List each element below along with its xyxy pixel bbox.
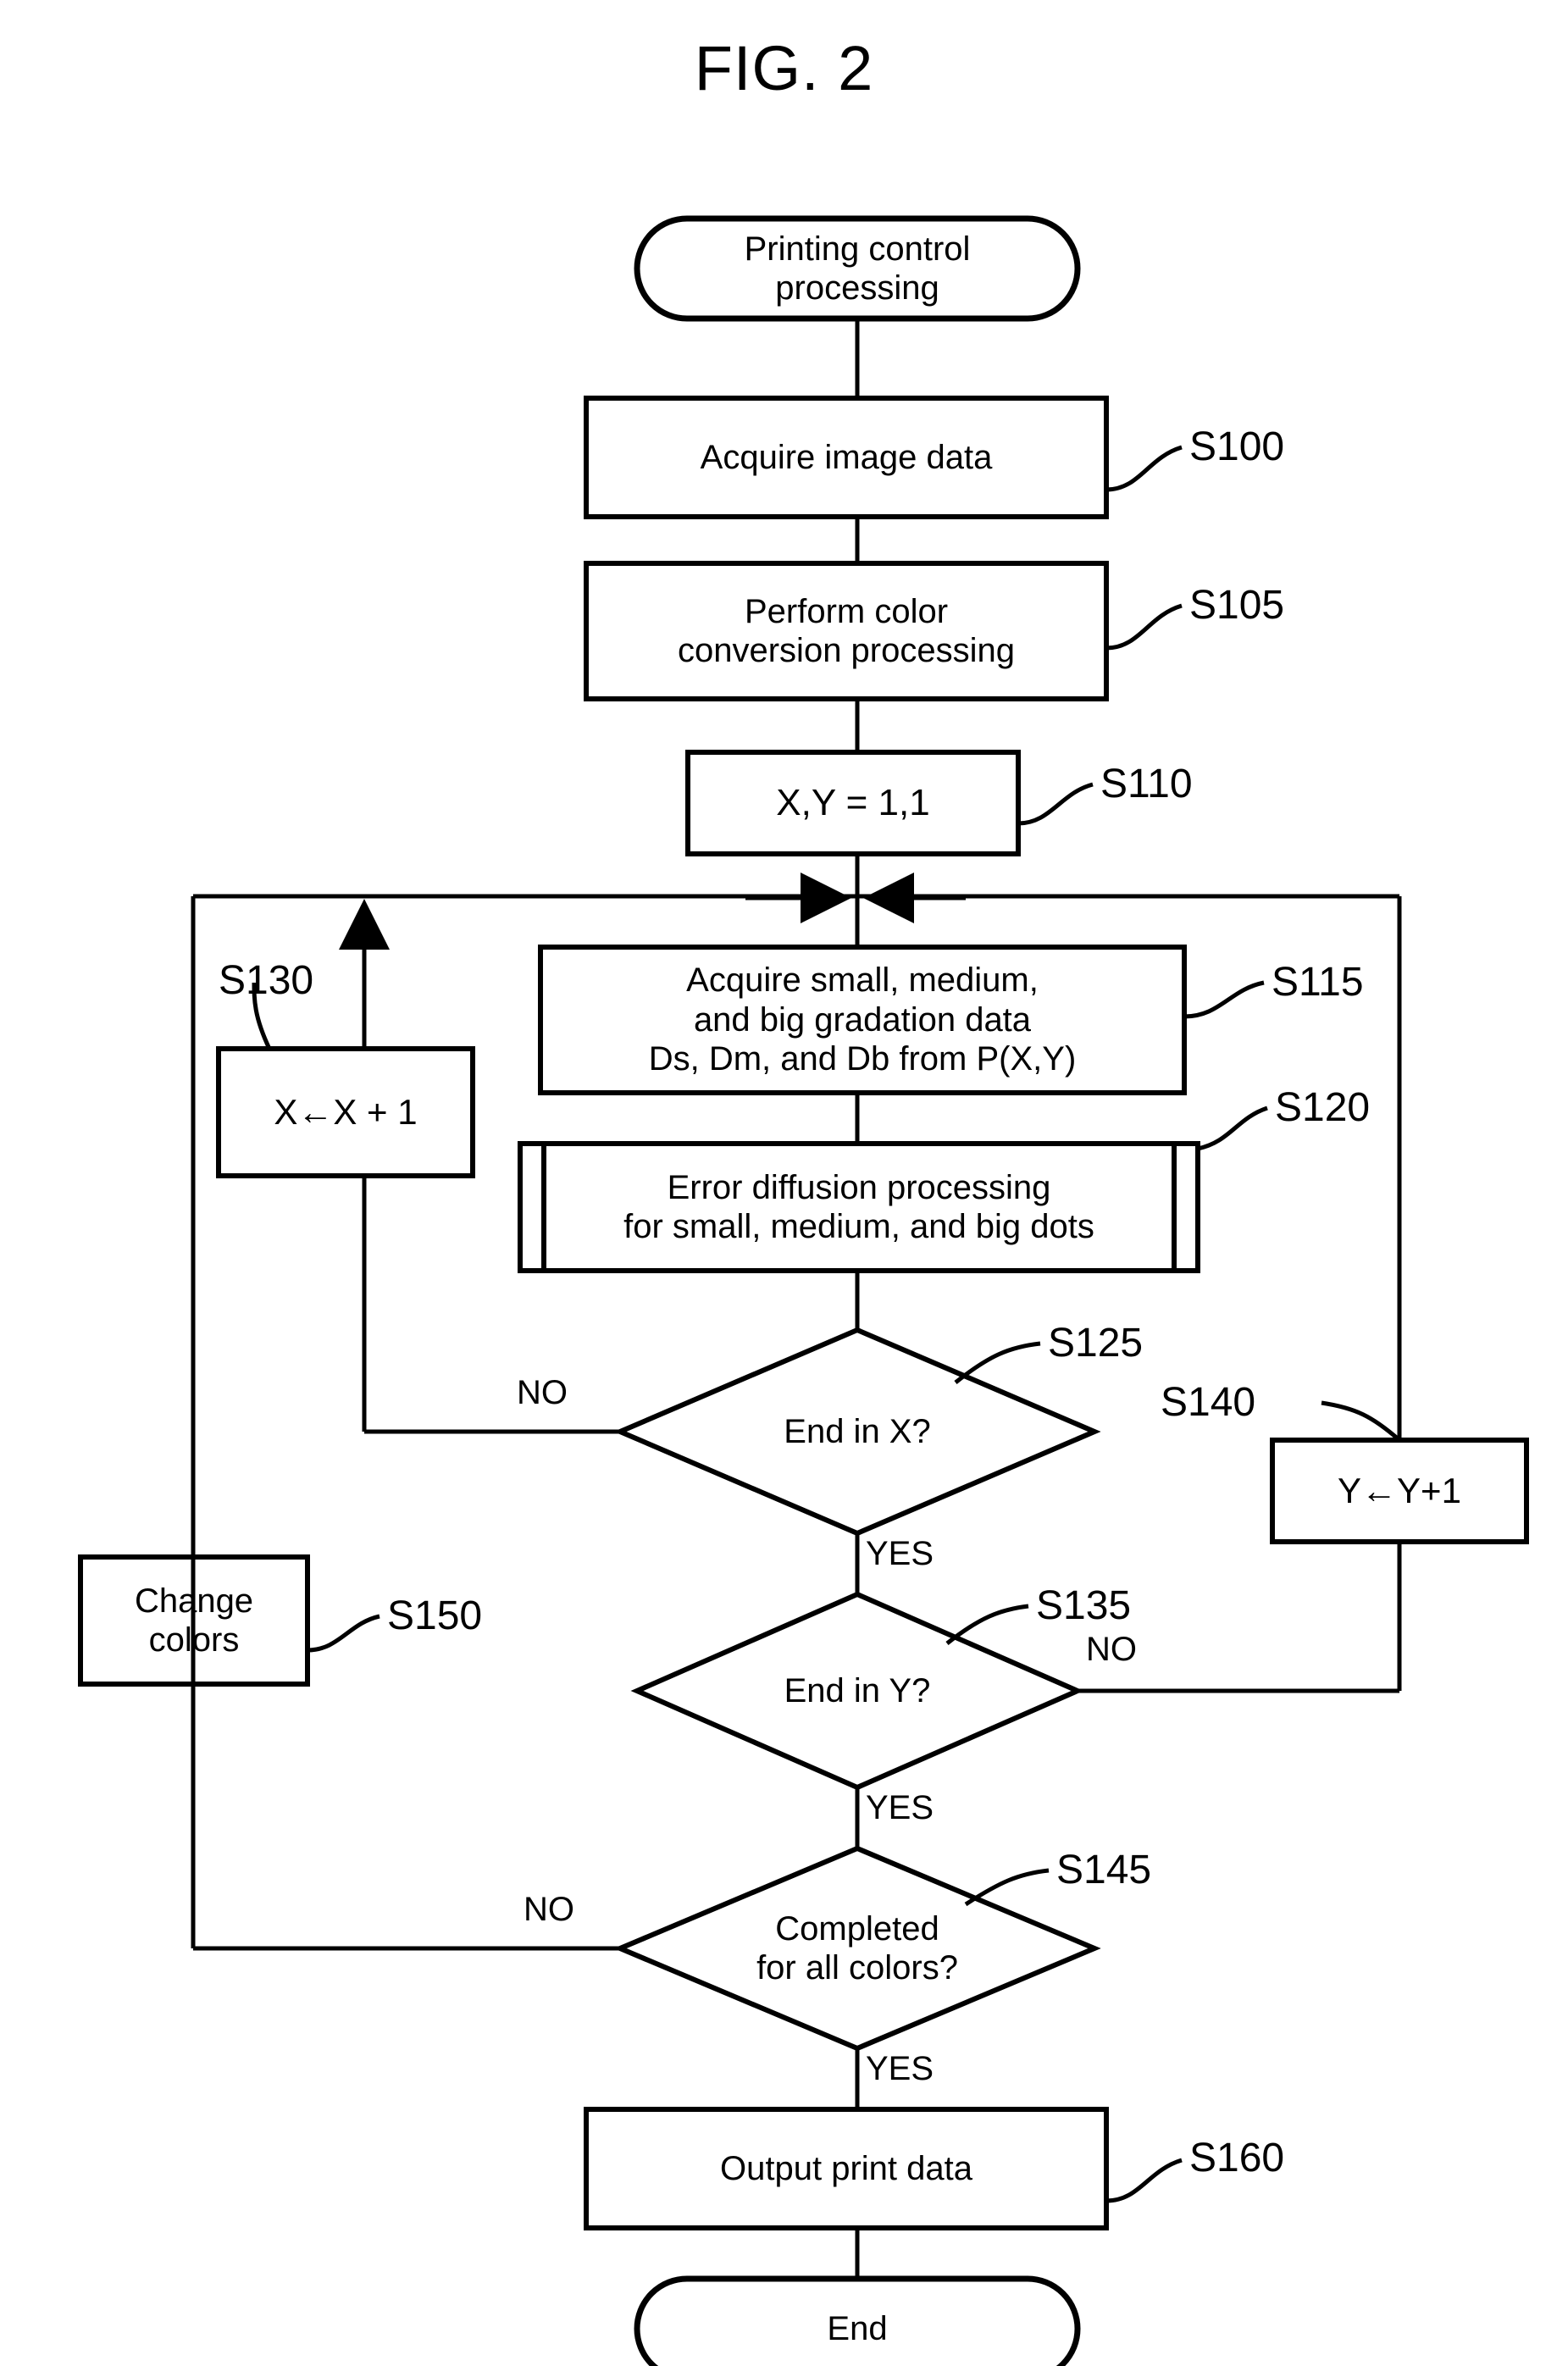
s115-shape [538, 945, 1187, 1095]
s110-shape [685, 750, 1021, 856]
s120-shape [518, 1141, 1200, 1273]
step-label-s135: S135 [1036, 1583, 1132, 1628]
s150-leader [307, 1614, 380, 1653]
step-label-s115: S115 [1272, 960, 1364, 1005]
branch-label-s135-no: NO [1086, 1631, 1137, 1668]
flowchart-graphics [78, 215, 1529, 2366]
figure-page: FIG. 2 Printing control processing Acqui… [0, 0, 1568, 2366]
branch-label-s125-yes: YES [866, 1535, 934, 1572]
step-label-s150: S150 [387, 1593, 483, 1638]
s145-shape [613, 1845, 1101, 2052]
step-label-s125: S125 [1048, 1321, 1144, 1366]
s130-shape [216, 1046, 475, 1178]
end-terminator-shape [634, 2275, 1081, 2366]
s140-shape [1270, 1438, 1529, 1544]
s140-leader [1321, 1400, 1401, 1442]
start-terminator-shape [634, 215, 1081, 322]
step-label-s140: S140 [1161, 1380, 1256, 1425]
s100-leader [1105, 445, 1183, 492]
step-label-s110: S110 [1100, 762, 1193, 806]
s125-shape [613, 1327, 1101, 1537]
s105-shape [584, 561, 1109, 701]
branch-label-s125-no: NO [517, 1374, 568, 1411]
s105-leader [1105, 603, 1183, 651]
branch-label-s135-yes: YES [866, 1789, 934, 1826]
branch-label-s145-no: NO [524, 1891, 574, 1928]
s135-shape [630, 1591, 1084, 1791]
s120-leader [1197, 1105, 1268, 1151]
s115-leader [1183, 980, 1265, 1019]
s160-leader [1105, 2158, 1183, 2203]
step-label-s105: S105 [1189, 583, 1285, 628]
step-label-s145: S145 [1056, 1848, 1152, 1892]
step-label-s120: S120 [1275, 1085, 1371, 1130]
step-label-s100: S100 [1189, 424, 1285, 469]
s100-shape [584, 396, 1109, 519]
step-label-s160: S160 [1189, 2136, 1285, 2180]
branch-label-s145-yes: YES [866, 2050, 934, 2087]
step-label-s130: S130 [219, 958, 314, 1003]
s160-shape [584, 2107, 1109, 2230]
s110-leader [1017, 782, 1094, 826]
